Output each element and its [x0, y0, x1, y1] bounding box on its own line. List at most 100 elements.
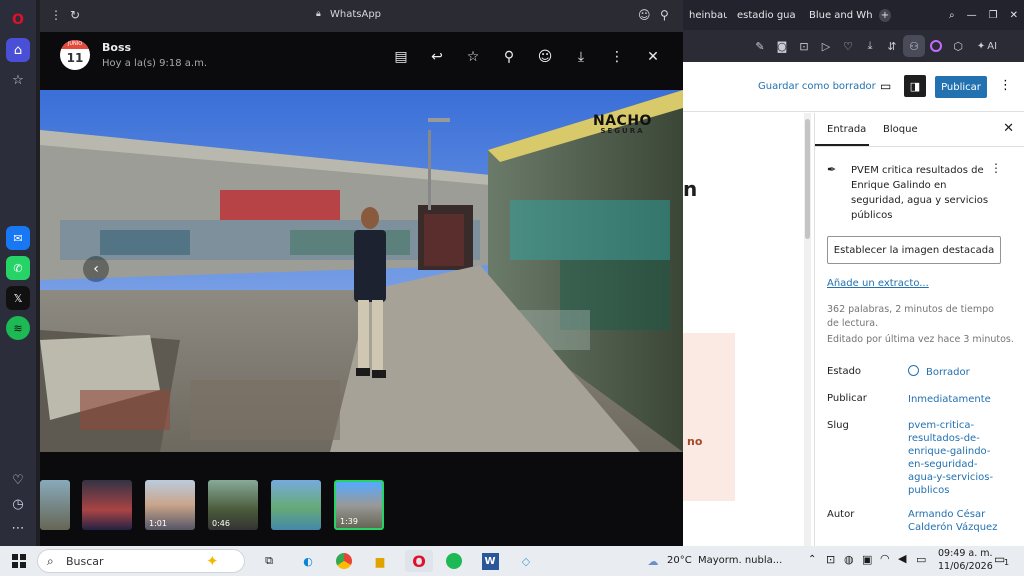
meta-value-status[interactable]: Borrador — [926, 366, 1022, 379]
more-options-icon[interactable]: ⋮ — [606, 46, 628, 68]
restore-icon[interactable]: ❐ — [983, 0, 1004, 30]
taskbar-search-box[interactable]: ⌕ Buscar ✦ — [37, 549, 245, 573]
tray-app-icon[interactable]: ▣ — [862, 553, 872, 566]
thumbnail[interactable] — [40, 480, 70, 530]
word-icon[interactable]: W — [479, 550, 501, 572]
chrome-icon[interactable] — [333, 550, 355, 572]
camera-icon[interactable]: ◙ — [771, 35, 793, 57]
minimize-icon[interactable]: — — [961, 0, 983, 30]
messenger-icon[interactable]: ✉ — [6, 226, 30, 250]
tray-overflow-icon[interactable]: ⌃ — [808, 554, 816, 565]
add-excerpt-link[interactable]: Añade un extracto... — [827, 278, 929, 289]
street-photo — [40, 90, 683, 452]
extensions-icon[interactable]: ⬡ — [947, 35, 969, 57]
favorite-icon[interactable]: ♡ — [837, 35, 859, 57]
options-icon[interactable]: ⋮ — [999, 78, 1012, 93]
tab-post[interactable]: Entrada — [827, 124, 866, 135]
featured-image-button[interactable]: Establecer la imagen destacada — [827, 236, 1001, 264]
snapshot-icon[interactable]: ⊡ — [793, 35, 815, 57]
thumbnail-selected[interactable]: 1:39 — [334, 480, 384, 530]
sender-avatar[interactable]: JUNIO 11 — [60, 40, 90, 70]
tray-app-icon[interactable]: ⊡ — [826, 553, 835, 566]
aria-ai-button[interactable]: ✦ AI — [969, 35, 1005, 57]
edge-icon[interactable]: ◐ — [297, 550, 319, 572]
windows-taskbar: ⌕ Buscar ✦ ⧉ ◐ ▆ O W ◇ ☁ 20°C Mayorm. nu… — [0, 546, 1024, 576]
x-twitter-icon[interactable]: 𝕏 — [6, 286, 30, 310]
preview-icon[interactable]: ▭ — [880, 79, 891, 93]
previous-media-icon[interactable]: ‹ — [83, 256, 109, 282]
app-icon[interactable]: ◇ — [515, 550, 537, 572]
publish-button[interactable]: Publicar — [935, 76, 987, 98]
spotify-taskbar-icon[interactable] — [443, 550, 465, 572]
search-icon[interactable]: ⌕ — [943, 0, 961, 30]
flow-icon[interactable]: ⇵ — [881, 35, 903, 57]
react-emoji-icon[interactable]: ☺ — [534, 46, 556, 68]
tab-block[interactable]: Bloque — [883, 124, 918, 135]
emoji-settings-icon[interactable]: ☺ — [638, 8, 651, 22]
spotify-icon[interactable]: ≋ — [6, 316, 30, 340]
star-icon[interactable]: ☆ — [462, 46, 484, 68]
opera-logo-icon[interactable]: O — [6, 8, 30, 32]
meta-value-publish[interactable]: Inmediatamente — [908, 393, 1004, 406]
title-fragment: n — [683, 177, 698, 201]
close-panel-icon[interactable]: ✕ — [1003, 121, 1014, 136]
thumbnail[interactable]: 1:01 — [145, 480, 195, 530]
menu-dots-icon[interactable]: ⋮ — [50, 8, 62, 22]
weather-description[interactable]: Mayorm. nubla... — [698, 555, 782, 566]
thumbnail[interactable] — [82, 480, 132, 530]
canvas-scrollbar[interactable] — [804, 113, 811, 546]
profile-icon[interactable]: ⚇ — [903, 35, 925, 57]
media-image[interactable]: NACHO SEGURA — [40, 90, 683, 452]
wifi-icon[interactable]: ◠ — [880, 552, 890, 565]
aria-icon[interactable] — [925, 35, 947, 57]
history-icon[interactable]: ◷ — [6, 492, 30, 516]
clock-date[interactable]: 11/06/2026 — [938, 561, 993, 572]
notification-badge: 1 — [1004, 558, 1010, 567]
browser-tab[interactable]: heinbaum — [683, 0, 727, 30]
thumbnail[interactable]: 0:46 — [208, 480, 258, 530]
home-icon[interactable]: ⌂ — [6, 38, 30, 62]
download-icon[interactable]: ⤓ — [570, 46, 592, 68]
file-explorer-icon[interactable]: ▆ — [369, 550, 391, 572]
calendar-day: 11 — [66, 51, 84, 65]
thumbnail[interactable] — [271, 480, 321, 530]
post-actions-icon[interactable]: ⋮ — [990, 161, 1002, 175]
new-tab-button[interactable]: + — [873, 0, 897, 30]
opera-taskbar-icon[interactable]: O — [405, 550, 433, 572]
task-view-icon[interactable]: ⧉ — [258, 550, 280, 572]
pin-window-icon[interactable]: ⚲ — [660, 8, 669, 22]
search-label: Buscar — [66, 555, 104, 568]
edit-icon[interactable]: ✎ — [749, 35, 771, 57]
speed-dial-icon[interactable]: ☆ — [6, 68, 30, 92]
browser-tab[interactable]: estadio gua — [727, 0, 799, 30]
meta-value-author[interactable]: Armando César Calderón Vázquez — [908, 508, 1004, 534]
go-to-message-icon[interactable]: ▤ — [390, 46, 412, 68]
reload-icon[interactable]: ↻ — [70, 8, 80, 22]
more-icon[interactable]: ⋯ — [6, 516, 30, 540]
thumbnail-duration: 1:01 — [149, 519, 167, 528]
heart-icon[interactable]: ♡ — [6, 468, 30, 492]
save-draft-button[interactable]: Guardar como borrador — [758, 81, 876, 92]
weather-temp[interactable]: 20°C — [667, 555, 692, 566]
whatsapp-icon[interactable]: ✆ — [6, 256, 30, 280]
word-count: 362 palabras, 2 minutos de tiempo de lec… — [827, 304, 994, 329]
windows-start-icon[interactable] — [8, 550, 30, 572]
clock-time[interactable]: 09:49 a. m. — [938, 548, 993, 559]
download-icon[interactable]: ⤓ — [859, 35, 881, 57]
tray-app-icon[interactable]: ◍ — [844, 553, 854, 566]
weather-icon: ☁ — [647, 554, 659, 568]
tab-label: heinbaum — [689, 9, 727, 21]
pin-icon[interactable]: ⚲ — [498, 46, 520, 68]
browser-tab-strip: heinbaum estadio gua Blue and Wh + ⌕ — ❐… — [683, 0, 1024, 30]
close-window-icon[interactable]: ✕ — [1004, 0, 1024, 30]
browser-tab[interactable]: Blue and Wh — [799, 0, 873, 30]
close-viewer-icon[interactable]: ✕ — [642, 46, 664, 68]
reply-icon[interactable]: ↩ — [426, 46, 448, 68]
wp-canvas[interactable]: n no — [683, 113, 811, 546]
battery-icon[interactable]: ▭ — [916, 553, 926, 566]
send-icon[interactable]: ▷ — [815, 35, 837, 57]
meta-value-slug[interactable]: pvem-critica-resultados-de-enrique-galin… — [908, 419, 1004, 497]
thumbnail-duration: 1:39 — [340, 517, 358, 526]
volume-icon[interactable]: ◀ — [898, 552, 906, 565]
settings-panel-icon[interactable]: ◨ — [904, 75, 926, 97]
